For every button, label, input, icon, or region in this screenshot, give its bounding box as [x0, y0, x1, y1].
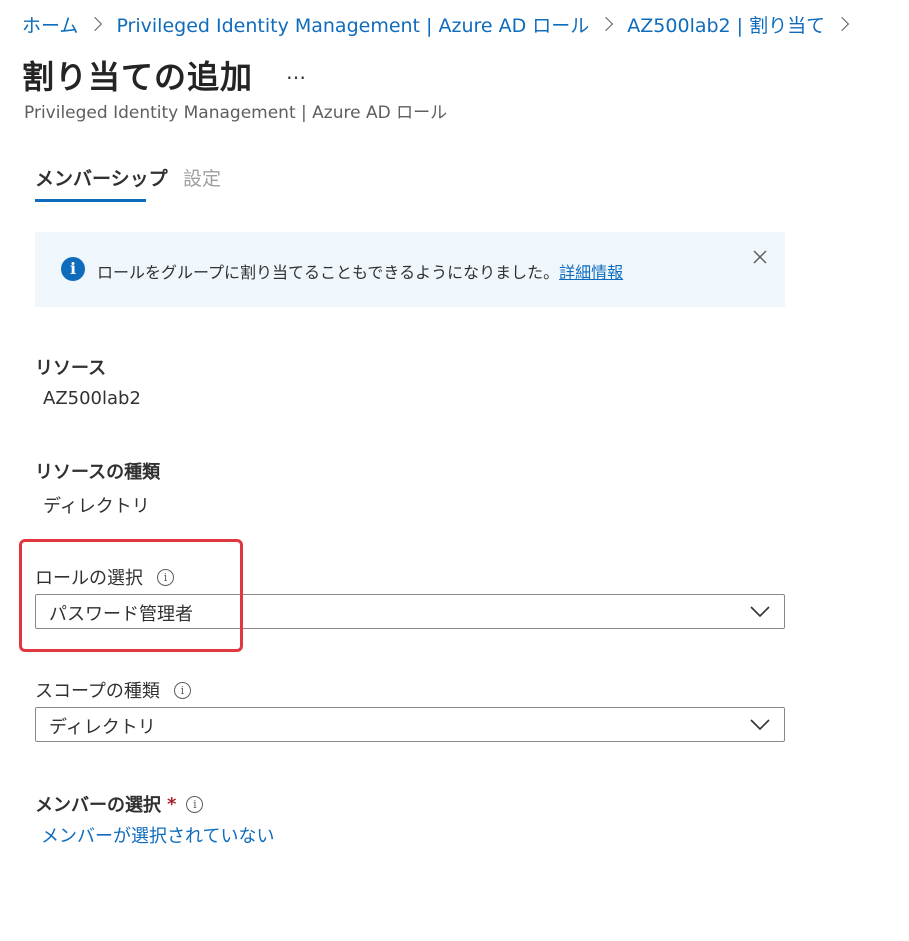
breadcrumb-home[interactable]: ホーム: [22, 11, 78, 38]
tab-settings[interactable]: 設定: [183, 164, 221, 191]
member-select-label-text: メンバーの選択: [35, 795, 161, 816]
info-tooltip-icon[interactable]: i: [186, 795, 204, 813]
info-tooltip-icon[interactable]: i: [173, 681, 191, 699]
page-title: 割り当ての追加: [22, 58, 254, 96]
scope-type-label: スコープの種類 i: [35, 677, 191, 703]
required-indicator: *: [167, 793, 177, 815]
resource-type-value: ディレクトリ: [43, 496, 150, 517]
more-options-button[interactable]: …: [286, 60, 307, 84]
role-select-value: パスワード管理者: [49, 604, 193, 625]
scope-type-dropdown[interactable]: ディレクトリ: [35, 707, 785, 742]
resource-value: AZ500lab2: [43, 388, 141, 409]
info-tooltip-icon[interactable]: i: [157, 568, 174, 586]
active-tab-indicator: [35, 199, 146, 202]
member-select-label: メンバーの選択 * i: [35, 791, 204, 817]
chevron-down-icon: [750, 719, 770, 731]
page-subtitle: Privileged Identity Management | Azure A…: [24, 103, 448, 123]
breadcrumb: ホーム Privileged Identity Management | Azu…: [22, 10, 863, 38]
info-banner-text: ロールをグループに割り当てることもできるようになりました。詳細情報: [97, 259, 623, 283]
scope-type-value: ディレクトリ: [49, 717, 156, 738]
chevron-down-icon: [750, 606, 770, 618]
role-select-label: ロールの選択 i: [35, 564, 174, 590]
info-banner-message: ロールをグループに割り当てることもできるようになりました。: [97, 263, 560, 282]
scope-type-label-text: スコープの種類: [35, 681, 160, 702]
info-icon: i: [61, 257, 85, 281]
resource-type-label: リソースの種類: [35, 462, 161, 483]
breadcrumb-assignments[interactable]: AZ500lab2 | 割り当て: [627, 11, 825, 38]
tab-membership[interactable]: メンバーシップ: [35, 164, 168, 191]
role-select-label-text: ロールの選択: [35, 568, 143, 589]
info-banner: i ロールをグループに割り当てることもできるようになりました。詳細情報: [35, 232, 785, 307]
resource-label: リソース: [35, 358, 107, 379]
learn-more-link[interactable]: 詳細情報: [559, 263, 623, 282]
close-icon[interactable]: [749, 246, 771, 268]
role-select-dropdown[interactable]: パスワード管理者: [35, 594, 785, 629]
chevron-right-icon: [835, 16, 850, 32]
breadcrumb-pim-azure-ad-roles[interactable]: Privileged Identity Management | Azure A…: [116, 11, 589, 38]
chevron-right-icon: [88, 16, 103, 32]
chevron-right-icon: [599, 16, 614, 32]
select-members-link[interactable]: メンバーが選択されていない: [41, 822, 274, 848]
